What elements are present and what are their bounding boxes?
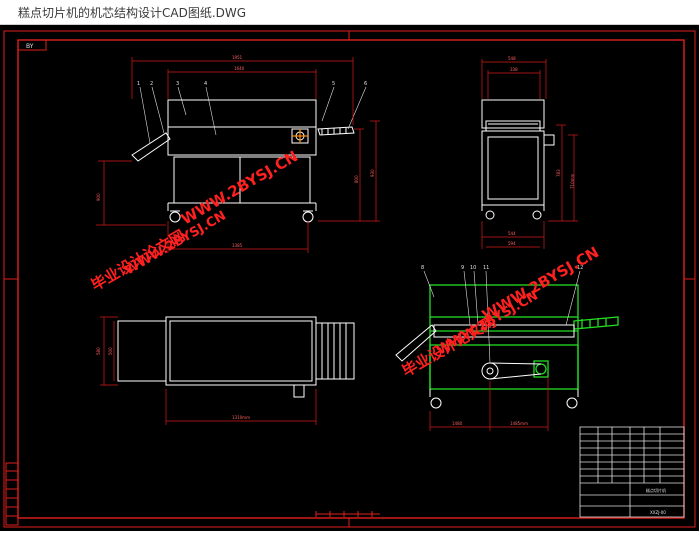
cad-drawing: BY 1951 1640 1385 900 800 930 1 2 3 4 5 …: [3, 30, 696, 528]
balloon-3: 3: [176, 81, 179, 87]
side-view: 548 338 544 594 783 710mm: [481, 56, 578, 249]
dim-side-top-b: 338: [510, 67, 518, 72]
bottom-scale-bar: [315, 511, 380, 517]
balloon-9: 9: [461, 265, 464, 271]
title-block-name: 糕点切片机: [646, 487, 666, 493]
balloon-8: 8: [421, 265, 424, 271]
window-title: 糕点切片机的机芯结构设计CAD图纸.DWG: [18, 6, 247, 20]
dim-front-height-left: 900: [96, 193, 101, 201]
title-block: 糕点切片机 XXZJ-00: [579, 426, 685, 518]
balloon-5: 5: [332, 81, 335, 87]
dim-side-height-b: 710mm: [570, 173, 575, 189]
dim-front-inner-width: 1640: [234, 66, 245, 71]
balloon-1: 1: [137, 81, 140, 87]
cad-viewport[interactable]: BY 1951 1640 1385 900 800 930 1 2 3 4 5 …: [0, 25, 699, 531]
dim-side-bottom-b: 594: [508, 241, 516, 246]
dim-side-top-a: 548: [508, 56, 516, 61]
balloon-4: 4: [204, 81, 207, 87]
dim-side-height-a: 783: [556, 169, 561, 177]
corner-tag: BY: [26, 43, 34, 50]
front-view: 1951 1640 1385 900 800 930 1 2 3 4 5 6: [96, 55, 380, 253]
dim-front-height-right-b: 930: [370, 169, 375, 177]
balloon-11: 11: [483, 265, 489, 271]
title-block-code: XXZJ-00: [650, 510, 666, 515]
dim-front-height-right-a: 800: [354, 175, 359, 183]
dim-side-bottom-a: 544: [508, 231, 516, 236]
balloon-2: 2: [150, 81, 153, 87]
balloon-10: 10: [470, 265, 476, 271]
top-view: 580 500 1310mm: [96, 316, 355, 425]
dim-section-right: 1485mm: [510, 421, 528, 426]
balloon-6: 6: [364, 81, 367, 87]
watermark-site-1: WWW.2BYSJ.CN: [123, 208, 229, 278]
revision-table: [5, 462, 19, 526]
dim-front-lower-width: 1385: [232, 243, 243, 248]
window-title-bar: 糕点切片机的机芯结构设计CAD图纸.DWG: [0, 0, 699, 25]
dim-top-length: 1310mm: [232, 415, 250, 420]
watermark-site-4: WWW.2BYSJ.CN: [479, 243, 602, 324]
dim-top-depth-a: 580: [96, 347, 101, 355]
dim-section-left: 1480: [452, 421, 463, 426]
dim-top-depth-b: 500: [108, 347, 113, 355]
dim-front-overall-width: 1951: [232, 55, 243, 60]
